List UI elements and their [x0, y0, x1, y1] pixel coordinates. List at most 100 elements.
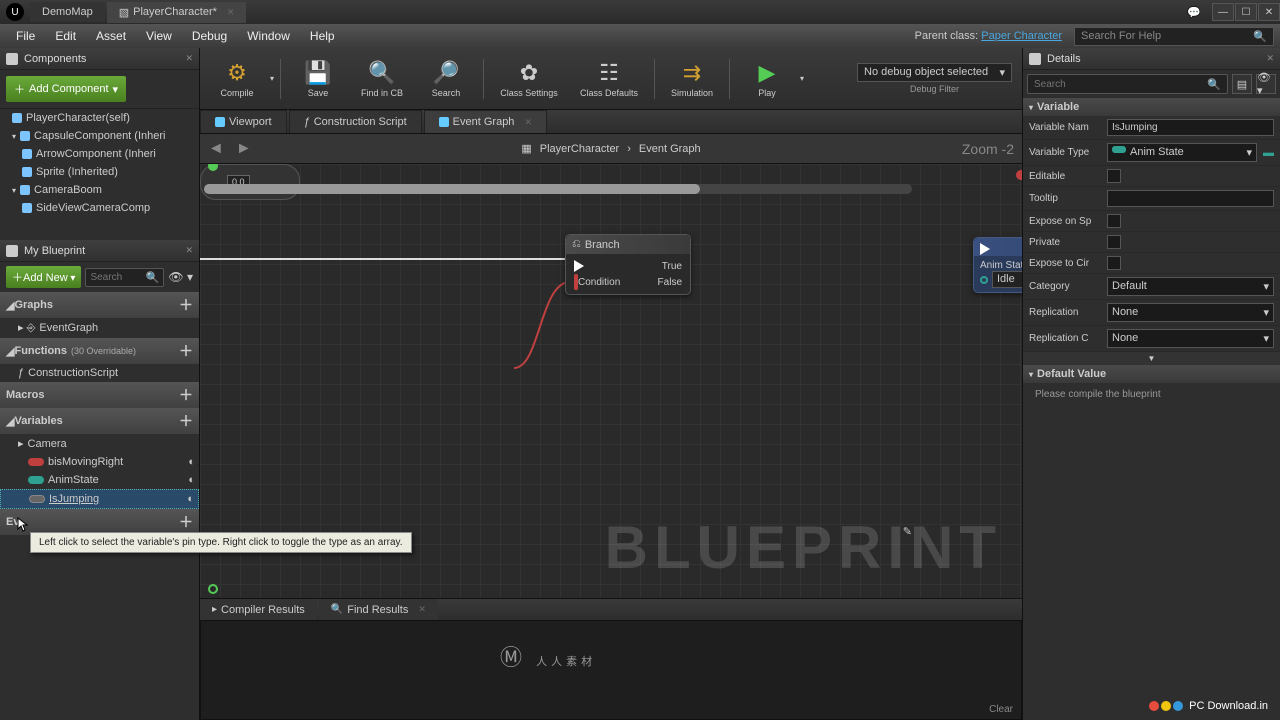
eye-icon[interactable]: ◐: [188, 456, 195, 468]
play-button[interactable]: ▶Play: [736, 51, 798, 107]
plus-icon[interactable]: ＋: [179, 385, 193, 405]
close-icon[interactable]: ✕: [185, 245, 193, 256]
node-set[interactable]: SET Anim State Idle▾: [973, 237, 1022, 293]
expose-cine-checkbox[interactable]: [1107, 256, 1121, 270]
plus-icon[interactable]: ＋: [179, 295, 193, 315]
variable-section-header[interactable]: ▾Variable: [1023, 98, 1280, 116]
breadcrumb[interactable]: PlayerCharacter: [540, 143, 619, 155]
simulation-button[interactable]: ⇉Simulation: [661, 51, 723, 107]
scrollbar-horizontal[interactable]: [204, 184, 912, 194]
macros-section[interactable]: Macros＋: [0, 382, 199, 408]
enum-pin[interactable]: [980, 276, 988, 284]
replication-dropdown[interactable]: None▾: [1107, 303, 1274, 322]
private-checkbox[interactable]: [1107, 235, 1121, 249]
bp-item-camera[interactable]: ▸ Camera: [0, 434, 199, 453]
menu-view[interactable]: View: [136, 25, 182, 47]
plus-icon[interactable]: ＋: [179, 341, 193, 361]
menu-file[interactable]: File: [6, 25, 45, 47]
expand-more-button[interactable]: ▼: [1023, 352, 1280, 365]
close-icon[interactable]: ✕: [524, 117, 532, 128]
eye-icon[interactable]: ◐: [188, 474, 195, 486]
editable-checkbox[interactable]: [1107, 169, 1121, 183]
category-dropdown[interactable]: Default▾: [1107, 277, 1274, 296]
class-defaults-button[interactable]: ☷Class Defaults: [570, 51, 648, 107]
var-type-dropdown[interactable]: Anim State▾: [1107, 143, 1257, 162]
variables-section[interactable]: ◢Variables＋: [0, 408, 199, 434]
tree-item[interactable]: ▾CameraBoom: [0, 181, 199, 199]
find-in-cb-button[interactable]: 🔍Find in CB: [351, 51, 413, 107]
scrollbar-thumb[interactable]: [204, 184, 700, 194]
details-search[interactable]: 🔍: [1027, 74, 1228, 94]
tree-item[interactable]: ▾CapsuleComponent (Inheri: [0, 127, 199, 145]
class-settings-button[interactable]: ✿Class Settings: [490, 51, 568, 107]
tooltip-input[interactable]: [1107, 190, 1274, 207]
close-icon[interactable]: ✕: [418, 604, 426, 615]
functions-section[interactable]: ◢Functions(30 Overridable)＋: [0, 338, 199, 364]
menu-help[interactable]: Help: [300, 25, 345, 47]
float-pin[interactable]: [208, 164, 218, 171]
tree-item[interactable]: PlayerCharacter(self): [0, 109, 199, 127]
exec-pin-in[interactable]: [980, 243, 990, 255]
tree-item[interactable]: ArrowComponent (Inheri: [0, 145, 199, 163]
clear-button[interactable]: Clear: [989, 704, 1013, 715]
search-button[interactable]: 🔎Search: [415, 51, 477, 107]
bp-var-isjumping[interactable]: IsJumping◐: [0, 489, 199, 509]
var-pill-icon[interactable]: [29, 495, 45, 503]
close-icon[interactable]: ✕: [185, 53, 193, 64]
bp-var-animstate[interactable]: AnimState◐: [0, 471, 199, 489]
menu-asset[interactable]: Asset: [86, 25, 136, 47]
nav-forward-button[interactable]: ►: [236, 140, 252, 158]
close-icon[interactable]: ✕: [1266, 53, 1274, 64]
close-icon[interactable]: ✕: [227, 7, 235, 18]
components-tree[interactable]: PlayerCharacter(self) ▾CapsuleComponent …: [0, 108, 199, 240]
tree-item[interactable]: SideViewCameraComp: [0, 199, 199, 217]
tab-compiler-results[interactable]: ▸ Compiler Results: [200, 599, 317, 620]
menu-debug[interactable]: Debug: [182, 25, 237, 47]
nav-back-button[interactable]: ◄: [208, 140, 224, 158]
default-value-section-header[interactable]: ▾Default Value: [1023, 365, 1280, 383]
add-component-button[interactable]: ＋Add Component▾: [6, 76, 126, 102]
node-compare-float[interactable]: 0.0: [200, 164, 300, 200]
graphs-section[interactable]: ◢Graphs＋: [0, 292, 199, 318]
parent-class-link[interactable]: Paper Character: [981, 30, 1062, 42]
bp-item-construction[interactable]: ƒ ConstructionScript: [0, 364, 199, 382]
bool-pin-out[interactable]: [1016, 170, 1022, 180]
array-toggle-icon[interactable]: ▬: [1263, 147, 1274, 159]
tab-demomap[interactable]: DemoMap: [30, 2, 105, 22]
var-name-input[interactable]: [1107, 119, 1274, 136]
tab-construction-script[interactable]: ƒConstruction Script: [289, 110, 422, 133]
close-window-button[interactable]: ✕: [1258, 3, 1280, 21]
eye-icon[interactable]: 👁 ▾: [168, 270, 193, 284]
bp-var-bismovingright[interactable]: bisMovingRight◐: [0, 453, 199, 471]
plus-icon[interactable]: ＋: [179, 411, 193, 431]
tree-item[interactable]: Sprite (Inherited): [0, 163, 199, 181]
menu-window[interactable]: Window: [237, 25, 300, 47]
menu-edit[interactable]: Edit: [45, 25, 86, 47]
tab-playercharacter[interactable]: ▧ PlayerCharacter* ✕: [107, 2, 247, 23]
chat-icon[interactable]: 💬: [1183, 3, 1205, 21]
float-pin[interactable]: [208, 584, 218, 594]
expose-spawn-checkbox[interactable]: [1107, 214, 1121, 228]
bp-item-eventgraph[interactable]: ▸ ⎆ EventGraph: [0, 318, 199, 338]
compile-button[interactable]: ⚙Compile: [206, 51, 268, 107]
tab-event-graph[interactable]: Event Graph✕: [424, 110, 547, 133]
tab-viewport[interactable]: Viewport: [200, 110, 287, 133]
exec-pin-in[interactable]: [574, 260, 584, 272]
debug-object-select[interactable]: No debug object selected▾: [857, 63, 1012, 82]
edit-icon[interactable]: ✎: [903, 525, 912, 538]
eye-filter-button[interactable]: 👁▾: [1256, 74, 1276, 94]
breadcrumb[interactable]: Event Graph: [639, 143, 701, 155]
matrix-view-button[interactable]: ▤: [1232, 74, 1252, 94]
replication-cond-dropdown[interactable]: None▾: [1107, 329, 1274, 348]
save-button[interactable]: 💾Save: [287, 51, 349, 107]
plus-icon[interactable]: ＋: [179, 512, 193, 532]
maximize-button[interactable]: ☐: [1235, 3, 1257, 21]
set-value-dropdown[interactable]: Idle▾: [992, 271, 1022, 288]
node-branch[interactable]: ⎌Branch True ConditionFalse: [565, 234, 691, 295]
tab-find-results[interactable]: 🔍 Find Results ✕: [319, 599, 438, 620]
add-new-button[interactable]: ＋Add New ▾: [6, 266, 81, 288]
eye-icon[interactable]: ◐: [187, 493, 194, 505]
minimize-button[interactable]: —: [1212, 3, 1234, 21]
help-search[interactable]: Search For Help🔍: [1074, 27, 1274, 46]
myblueprint-search[interactable]: 🔍: [85, 268, 164, 287]
